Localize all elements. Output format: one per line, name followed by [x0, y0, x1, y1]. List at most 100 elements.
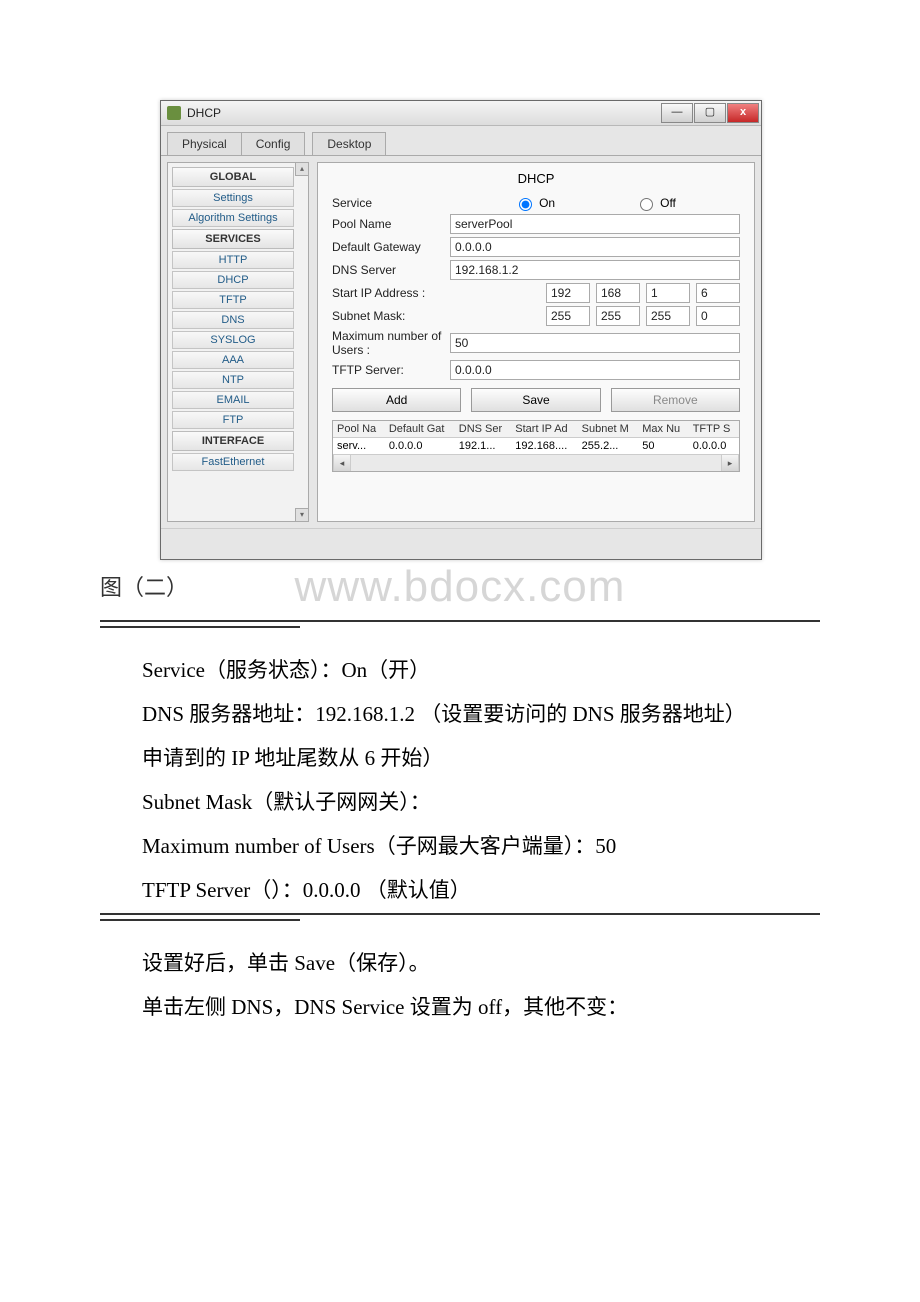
startip-oct2[interactable]: 168: [596, 283, 640, 303]
sidebar-item-fastethernet[interactable]: FastEthernet: [172, 453, 294, 471]
th-tftp: TFTP S: [689, 421, 739, 438]
window-controls: — ▢ x: [661, 103, 759, 123]
dhcp-window: DHCP — ▢ x Physical Config Desktop ▴ GLO…: [160, 100, 762, 560]
th-startip: Start IP Ad: [511, 421, 577, 438]
input-maxusers[interactable]: 50: [450, 333, 740, 353]
label-maxusers: Maximum number of Users :: [332, 329, 450, 357]
caption-row: 图（二） www.bdocx.com: [100, 570, 820, 620]
input-dns[interactable]: 192.168.1.2: [450, 260, 740, 280]
input-gateway[interactable]: 0.0.0.0: [450, 237, 740, 257]
watermark: www.bdocx.com: [100, 562, 820, 612]
pool-table: Pool Na Default Gat DNS Ser Start IP Ad …: [332, 420, 740, 472]
sidebar-header-services: SERVICES: [172, 229, 294, 249]
window-title: DHCP: [187, 106, 221, 120]
doc-p2: DNS 服务器地址：192.168.1.2 （设置要访问的 DNS 服务器地址）: [100, 692, 820, 736]
sidebar-header-interface: INTERFACE: [172, 431, 294, 451]
table-row[interactable]: serv... 0.0.0.0 192.1... 192.168.... 255…: [333, 438, 739, 455]
sidebar-item-http[interactable]: HTTP: [172, 251, 294, 269]
window-footer: [161, 528, 761, 559]
startip-oct4[interactable]: 6: [696, 283, 740, 303]
sidebar-item-ftp[interactable]: FTP: [172, 411, 294, 429]
config-panel: DHCP Service On Off Pool Name serverPool…: [317, 162, 755, 522]
sidebar-item-email[interactable]: EMAIL: [172, 391, 294, 409]
radio-off-input[interactable]: [640, 198, 653, 211]
tab-config[interactable]: Config: [241, 132, 306, 155]
sidebar-item-dns[interactable]: DNS: [172, 311, 294, 329]
input-poolname[interactable]: serverPool: [450, 214, 740, 234]
table-header-row: Pool Na Default Gat DNS Ser Start IP Ad …: [333, 421, 739, 438]
radio-on-input[interactable]: [519, 198, 532, 211]
th-max: Max Nu: [638, 421, 688, 438]
radio-off-label: Off: [660, 196, 676, 210]
divider-2-tail: [100, 919, 300, 921]
th-gateway: Default Gat: [385, 421, 455, 438]
label-tftp: TFTP Server:: [332, 363, 450, 377]
divider-1: [100, 620, 820, 622]
doc-p5: Maximum number of Users（子网最大客户端量）：50: [100, 824, 820, 868]
doc-p3: 申请到的 IP 地址尾数从 6 开始）: [100, 736, 820, 780]
td-gateway: 0.0.0.0: [385, 438, 455, 455]
hscrollbar[interactable]: ◂ ▸: [333, 454, 739, 471]
td-poolname: serv...: [333, 438, 385, 455]
panel-title: DHCP: [332, 171, 740, 192]
sidebar-item-ntp[interactable]: NTP: [172, 371, 294, 389]
remove-button[interactable]: Remove: [611, 388, 740, 412]
td-max: 50: [638, 438, 688, 455]
sidebar-item-settings[interactable]: Settings: [172, 189, 294, 207]
th-dns: DNS Ser: [455, 421, 512, 438]
sidebar-item-syslog[interactable]: SYSLOG: [172, 331, 294, 349]
sidebar-item-dhcp[interactable]: DHCP: [172, 271, 294, 289]
td-startip: 192.168....: [511, 438, 577, 455]
add-button[interactable]: Add: [332, 388, 461, 412]
label-poolname: Pool Name: [332, 217, 450, 231]
subnet-oct3[interactable]: 255: [646, 306, 690, 326]
scroll-down-icon[interactable]: ▾: [295, 508, 308, 521]
td-dns: 192.1...: [455, 438, 512, 455]
divider-2: [100, 913, 820, 915]
save-button[interactable]: Save: [471, 388, 600, 412]
tab-physical[interactable]: Physical: [167, 132, 242, 155]
label-dns: DNS Server: [332, 263, 450, 277]
sidebar: ▴ GLOBAL Settings Algorithm Settings SER…: [167, 162, 309, 522]
scroll-left-icon[interactable]: ◂: [333, 455, 351, 471]
label-subnet: Subnet Mask:: [332, 309, 502, 323]
th-subnet: Subnet M: [578, 421, 639, 438]
label-gateway: Default Gateway: [332, 240, 450, 254]
doc-p6: TFTP Server（）：0.0.0.0 （默认值）: [100, 868, 820, 912]
maximize-button[interactable]: ▢: [694, 103, 726, 123]
scroll-up-icon[interactable]: ▴: [295, 163, 308, 176]
input-tftp[interactable]: 0.0.0.0: [450, 360, 740, 380]
scroll-track[interactable]: [351, 455, 721, 471]
titlebar: DHCP — ▢ x: [161, 101, 761, 126]
doc-p4: Subnet Mask（默认子网网关）：: [100, 780, 820, 824]
td-tftp: 0.0.0.0: [689, 438, 739, 455]
subnet-oct2[interactable]: 255: [596, 306, 640, 326]
tab-strip: Physical Config Desktop: [161, 126, 761, 156]
sidebar-item-tftp[interactable]: TFTP: [172, 291, 294, 309]
sidebar-header-global: GLOBAL: [172, 167, 294, 187]
tab-desktop[interactable]: Desktop: [312, 132, 386, 155]
th-poolname: Pool Na: [333, 421, 385, 438]
label-startip: Start IP Address :: [332, 286, 502, 300]
content-area: ▴ GLOBAL Settings Algorithm Settings SER…: [161, 156, 761, 528]
sidebar-item-aaa[interactable]: AAA: [172, 351, 294, 369]
scroll-right-icon[interactable]: ▸: [721, 455, 739, 471]
row-service: Service On Off: [332, 195, 740, 211]
doc-p1: Service（服务状态）：On（开）: [100, 648, 820, 692]
sidebar-item-algorithm[interactable]: Algorithm Settings: [172, 209, 294, 227]
app-icon: [167, 106, 181, 120]
startip-oct3[interactable]: 1: [646, 283, 690, 303]
startip-oct1[interactable]: 192: [546, 283, 590, 303]
radio-on[interactable]: On: [514, 195, 555, 211]
subnet-oct1[interactable]: 255: [546, 306, 590, 326]
close-button[interactable]: x: [727, 103, 759, 123]
doc-p7: 设置好后，单击 Save（保存）。: [100, 941, 820, 985]
minimize-button[interactable]: —: [661, 103, 693, 123]
doc-p8: 单击左侧 DNS，DNS Service 设置为 off，其他不变：: [100, 985, 820, 1029]
radio-on-label: On: [539, 196, 555, 210]
label-service: Service: [332, 196, 450, 210]
subnet-oct4[interactable]: 0: [696, 306, 740, 326]
radio-off[interactable]: Off: [635, 195, 676, 211]
divider-1-tail: [100, 626, 300, 628]
td-subnet: 255.2...: [578, 438, 639, 455]
